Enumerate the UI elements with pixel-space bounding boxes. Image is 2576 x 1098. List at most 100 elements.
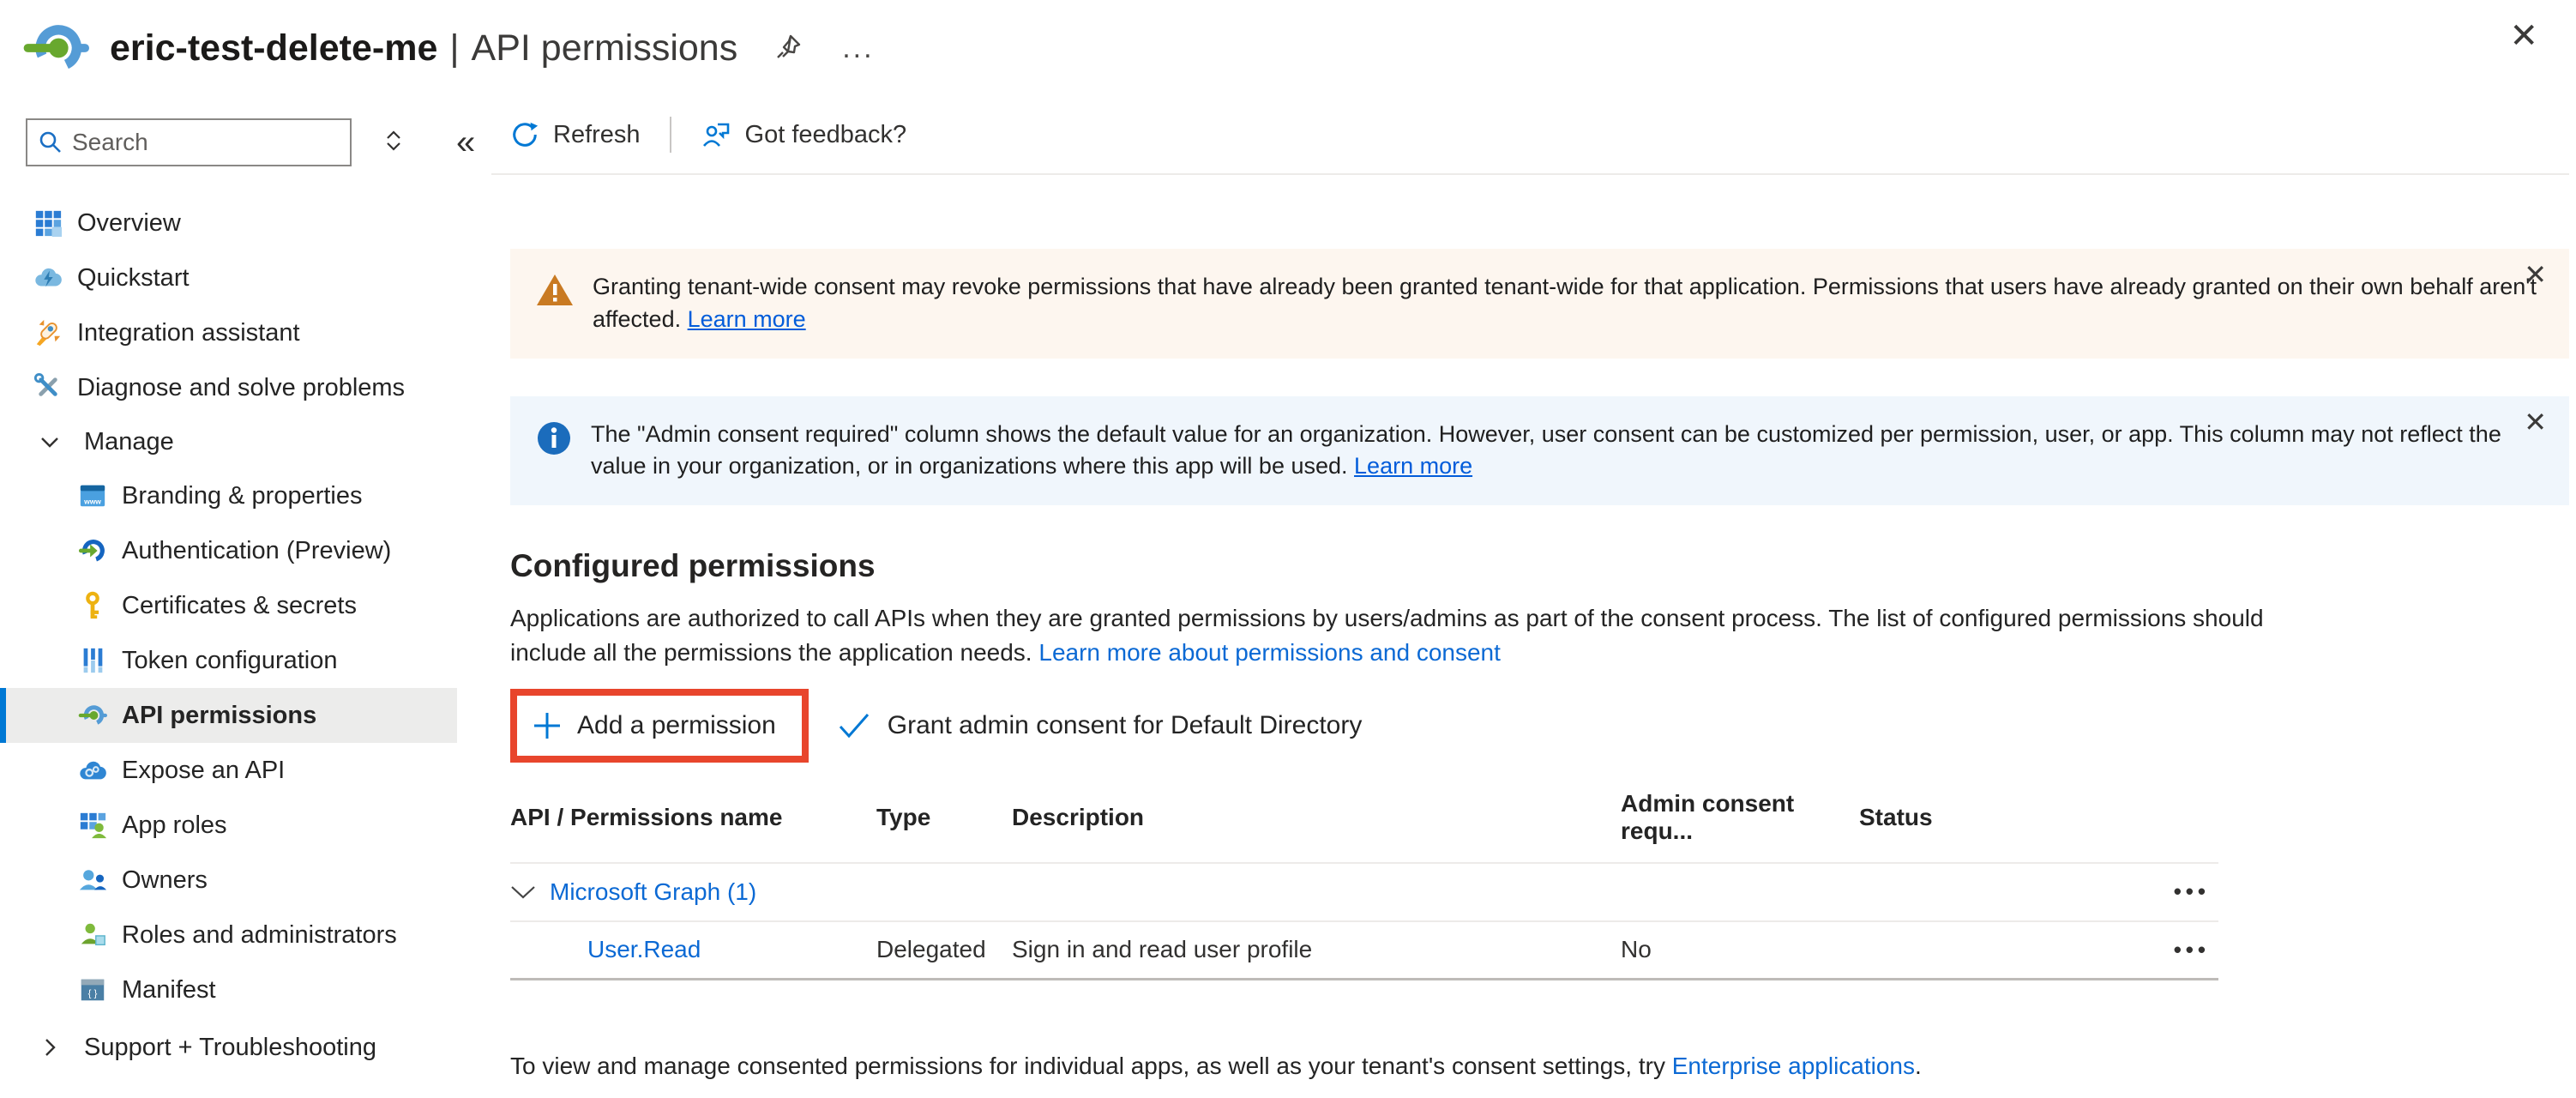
feedback-icon — [701, 119, 731, 150]
search-input[interactable] — [72, 129, 350, 156]
warning-icon — [536, 273, 574, 307]
sidebar-item-branding[interactable]: www Branding & properties — [0, 468, 457, 523]
sidebar-item-label: Branding & properties — [122, 482, 363, 510]
sidebar-item-api-permissions[interactable]: API permissions — [0, 688, 457, 743]
info-learn-more-link[interactable]: Learn more — [1354, 453, 1472, 479]
header-more-icon[interactable]: ... — [842, 32, 874, 65]
search-box — [26, 118, 352, 166]
browser-window-icon: www — [77, 480, 108, 511]
permissions-consent-link[interactable]: Learn more about permissions and consent — [1038, 639, 1501, 666]
sidebar-item-label: Owners — [122, 866, 208, 895]
permissions-table: API / Permissions name Type Description … — [510, 783, 2218, 980]
col-admin-consent: Admin consent requ... — [1621, 790, 1859, 845]
col-type: Type — [876, 804, 1012, 831]
info-icon — [536, 420, 572, 456]
sidebar-item-roles-admins[interactable]: Roles and administrators — [0, 908, 457, 962]
feedback-button[interactable]: Got feedback? — [701, 119, 907, 150]
sidebar-item-label: Token configuration — [122, 647, 338, 675]
footer-note: To view and manage consented permissions… — [510, 1053, 2576, 1080]
people-icon — [77, 865, 108, 896]
annotation-highlight-box: Add a permission — [510, 689, 809, 763]
sidebar-group-label: Support + Troubleshooting — [84, 1034, 376, 1062]
admin-consent-cell: No — [1621, 936, 1859, 963]
grant-admin-consent-label: Grant admin consent for Default Director… — [888, 711, 1363, 740]
main-content: Refresh Got feedback? Granting tenant-wi… — [491, 96, 2576, 1098]
sidebar-item-overview[interactable]: Overview — [0, 196, 457, 250]
sidebar-group-support[interactable]: Support + Troubleshooting — [0, 1021, 491, 1074]
sidebar-item-expose-api[interactable]: Expose an API — [0, 743, 457, 798]
check-icon — [838, 713, 870, 739]
blade-header: eric-test-delete-me|API permissions ... … — [0, 0, 2576, 96]
svg-text:{ }: { } — [88, 989, 98, 999]
col-description: Description — [1012, 804, 1621, 831]
chevron-right-icon — [38, 1035, 62, 1059]
sidebar-item-diagnose[interactable]: Diagnose and solve problems — [0, 360, 457, 415]
sidebar-item-app-roles[interactable]: App roles — [0, 798, 457, 853]
refresh-icon — [510, 120, 539, 149]
sidebar-item-label: Quickstart — [77, 264, 190, 293]
feedback-label: Got feedback? — [745, 121, 907, 149]
refresh-button[interactable]: Refresh — [510, 120, 641, 149]
key-icon — [77, 590, 108, 621]
sidebar-item-manifest[interactable]: { } Manifest — [0, 962, 457, 1017]
quickstart-icon — [33, 262, 63, 293]
section-title: Configured permissions — [510, 548, 2576, 584]
sidebar-item-label: Certificates & secrets — [122, 592, 357, 620]
sidebar-item-label: Diagnose and solve problems — [77, 374, 405, 402]
warning-close-icon[interactable]: ✕ — [2524, 261, 2547, 288]
col-status: Status — [1859, 804, 2065, 831]
manifest-braces-icon: { } — [77, 974, 108, 1005]
row-more-icon[interactable]: ••• — [2174, 878, 2218, 905]
dock-icon[interactable] — [379, 126, 408, 160]
tools-icon — [33, 372, 63, 403]
sidebar-item-label: Overview — [77, 209, 181, 238]
sidebar-item-label: Manifest — [122, 976, 216, 1004]
sidebar-item-label: Expose an API — [122, 757, 285, 785]
pin-icon[interactable] — [773, 31, 804, 66]
description-cell: Sign in and read user profile — [1012, 936, 1621, 963]
warning-banner: Granting tenant-wide consent may revoke … — [510, 249, 2569, 359]
add-permission-button[interactable]: Add a permission — [533, 711, 776, 740]
collapse-menu-icon[interactable]: « — [456, 125, 475, 160]
sliders-icon — [77, 645, 108, 676]
section-description: Applications are authorized to call APIs… — [510, 601, 2302, 670]
warning-learn-more-link[interactable]: Learn more — [688, 306, 806, 332]
sidebar-item-label: App roles — [122, 811, 227, 840]
sidebar-item-label: Roles and administrators — [122, 921, 397, 950]
table-row-microsoft-graph: Microsoft Graph (1) ••• — [510, 864, 2218, 922]
table-row-user-read: User.Read Delegated Sign in and read use… — [510, 922, 2218, 980]
overview-icon — [33, 208, 63, 238]
title-separator: | — [449, 27, 459, 69]
grid-person-icon — [77, 810, 108, 841]
close-icon[interactable]: ✕ — [2509, 19, 2538, 53]
info-text: The "Admin consent required" column show… — [591, 419, 2543, 484]
user-read-link[interactable]: User.Read — [587, 936, 701, 962]
chevron-down-icon — [38, 430, 62, 454]
table-header-row: API / Permissions name Type Description … — [510, 783, 2218, 864]
sidebar-item-token-configuration[interactable]: Token configuration — [0, 633, 457, 688]
app-name: eric-test-delete-me — [110, 27, 437, 69]
page-name: API permissions — [472, 27, 738, 69]
sidebar-group-manage[interactable]: Manage — [0, 415, 491, 468]
api-permissions-icon — [77, 700, 108, 731]
sidebar-item-quickstart[interactable]: Quickstart — [0, 250, 457, 305]
sidebar-group-label: Manage — [84, 428, 174, 456]
type-cell: Delegated — [876, 936, 1012, 963]
sidebar-item-authentication[interactable]: Authentication (Preview) — [0, 523, 457, 578]
toolbar-divider — [670, 117, 671, 153]
chevron-down-icon[interactable] — [510, 884, 536, 900]
page-title: eric-test-delete-me | API permissions — [110, 27, 737, 69]
enterprise-applications-link[interactable]: Enterprise applications — [1672, 1053, 1915, 1079]
info-close-icon[interactable]: ✕ — [2524, 408, 2547, 436]
refresh-label: Refresh — [553, 121, 641, 149]
row-more-icon[interactable]: ••• — [2174, 937, 2218, 963]
sidebar-item-certificates[interactable]: Certificates & secrets — [0, 578, 457, 633]
sidebar-item-owners[interactable]: Owners — [0, 853, 457, 908]
api-permissions-app-icon — [22, 15, 89, 81]
sidebar-item-label: Authentication (Preview) — [122, 537, 391, 565]
sidebar-item-integration-assistant[interactable]: Integration assistant — [0, 305, 457, 360]
microsoft-graph-link[interactable]: Microsoft Graph (1) — [550, 878, 756, 906]
svg-text:www: www — [83, 497, 101, 505]
command-bar: Refresh Got feedback? — [491, 96, 2569, 175]
grant-admin-consent-button[interactable]: Grant admin consent for Default Director… — [838, 711, 1363, 740]
